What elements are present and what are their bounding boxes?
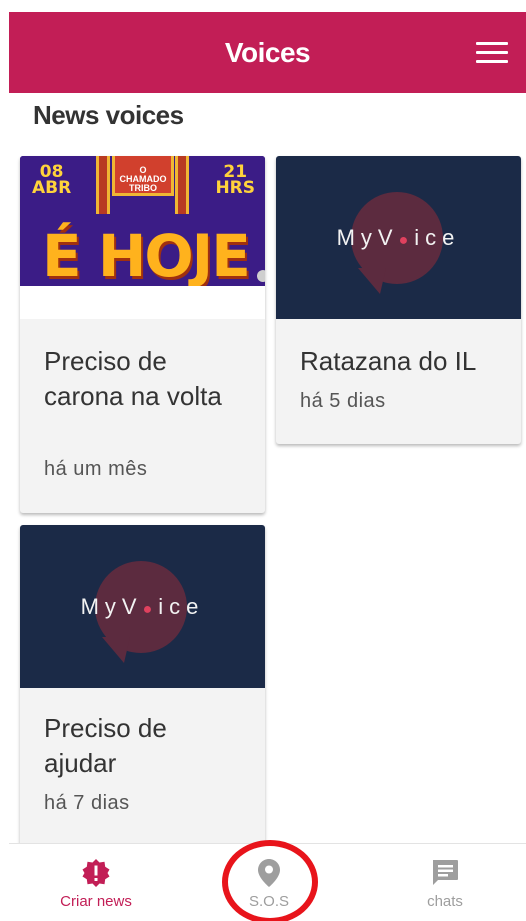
carousel-dot-icon [257,270,265,282]
myvoice-logo: MyV●ice [80,594,205,619]
card-title: Ratazana do IL [300,346,477,376]
chat-icon [433,860,458,885]
nav-sos[interactable]: S.O.S [199,844,339,921]
app-title: Voices [224,37,311,68]
news-card[interactable]: MyV●ice Ratazana do IL há 5 dias [276,156,521,444]
poster-date-left: 08 ABR [32,162,72,198]
nav-label-sos: S.O.S [248,893,289,910]
news-card[interactable]: O CHAMADO TRIBO 08 ABR 21 HRS É HOJE Pre… [20,156,265,513]
location-pin-icon [258,859,280,887]
poster-sign-text: O CHAMADO TRIBO [119,165,167,193]
nav-chats[interactable]: chats [375,844,515,921]
myvoice-logo-image: MyV●ice [20,525,265,688]
news-card[interactable]: MyV●ice Preciso de ajudar há 7 dias [20,525,265,855]
app-screen: Voices News voices O CHAMADO TRIBO 08 AB… [9,0,526,921]
alert-badge-icon [82,859,110,887]
poster-headline: É HOJE [42,222,251,290]
myvoice-logo-image: MyV●ice [276,156,521,319]
poster-date-right: 21 HRS [215,162,255,198]
section-title: News voices [33,100,184,130]
event-poster-image: O CHAMADO TRIBO 08 ABR 21 HRS É HOJE [20,156,265,319]
card-time: há 7 dias [44,792,130,814]
card-title: Preciso de carona na volta [44,346,222,411]
card-time: há um mês [44,458,148,480]
menu-icon[interactable] [476,42,508,64]
myvoice-logo: MyV●ice [336,225,461,250]
app-bar: Voices [9,12,526,93]
poster-sign: O CHAMADO TRIBO [112,156,174,196]
nav-criar-news[interactable]: Criar news [26,844,166,921]
card-time: há 5 dias [300,390,386,412]
card-title: Preciso de ajudar [44,713,167,778]
nav-label-chats: chats [427,893,463,910]
nav-label-criar-news: Criar news [60,893,132,910]
bottom-navigation: Criar news S.O.S chats [9,843,526,921]
